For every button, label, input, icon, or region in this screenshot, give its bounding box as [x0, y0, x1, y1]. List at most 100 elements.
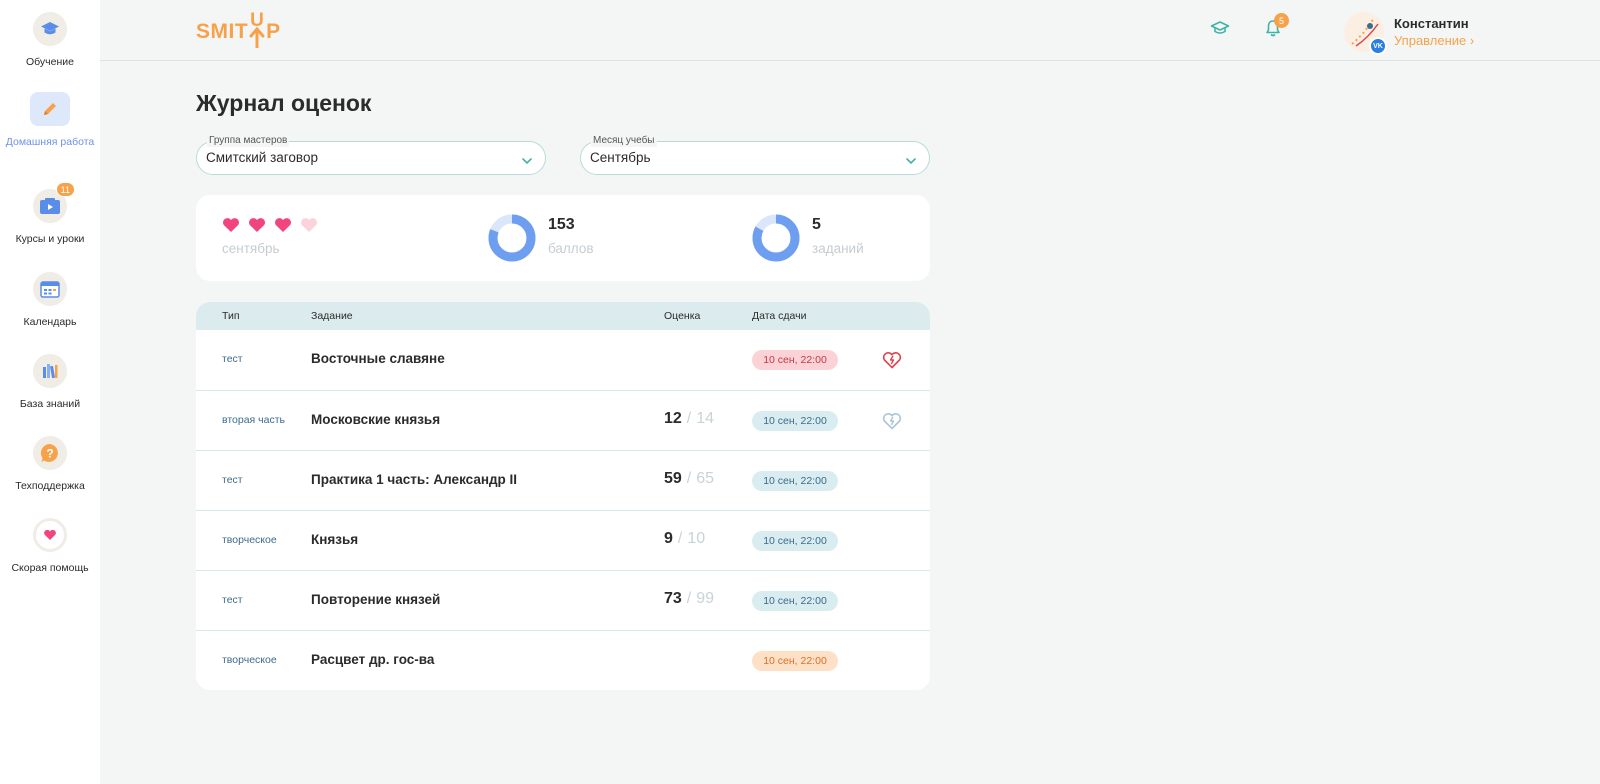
table-header: Тип Задание Оценка Дата сдачи: [196, 302, 930, 330]
calendar-icon: [33, 272, 67, 306]
score-separator: /: [686, 410, 692, 427]
task-type: вторая часть: [222, 414, 285, 426]
sidebar-item-courses[interactable]: 11 Курсы и уроки: [0, 182, 100, 247]
table-row[interactable]: тест Восточные славяне 10 сен, 22:00: [196, 330, 930, 390]
sidebar-item-emergency[interactable]: Скорая помощь: [0, 518, 100, 576]
table-row[interactable]: творческое Князья 9/10 10 сен, 22:00: [196, 510, 930, 570]
heart-icon: [33, 518, 67, 552]
avatar: VK: [1344, 12, 1387, 55]
svg-text:?: ?: [46, 447, 53, 461]
points-value: 153: [548, 216, 575, 233]
due-date-badge: 10 сен, 22:00: [752, 350, 838, 370]
score-max: 10: [687, 530, 706, 547]
tasks-value: 5: [812, 216, 821, 233]
table-body: тест Восточные славяне 10 сен, 22:00 вторая…: [196, 330, 930, 690]
courses-header-button[interactable]: [1208, 18, 1232, 42]
group-select[interactable]: Группа мастеров Смитский заговор: [196, 134, 546, 175]
task-score: 9/10: [664, 530, 705, 548]
due-date-badge: 10 сен, 22:00: [752, 651, 838, 671]
score-value: 73: [664, 590, 682, 607]
task-title[interactable]: Повторение князей: [311, 592, 440, 607]
task-title[interactable]: Практика 1 часть: Александр II: [311, 472, 517, 487]
task-title[interactable]: Восточные славяне: [311, 351, 445, 366]
table-row[interactable]: вторая часть Московские князья 12/14 10 сен…: [196, 390, 930, 450]
notifications-count-badge: 5: [1274, 13, 1289, 28]
task-score: 12/14: [664, 410, 714, 428]
month-select-value: Сентябрь: [590, 150, 651, 165]
sidebar-item-calendar[interactable]: Календарь: [0, 272, 100, 330]
points-label: баллов: [548, 241, 594, 256]
summary-card: сентябрь 188 153 баллов 6 5 заданий: [196, 195, 930, 281]
score-max: 99: [696, 590, 715, 607]
vk-icon: VK: [1369, 37, 1387, 55]
sidebar-item-homework[interactable]: Домашняя работа: [0, 92, 100, 150]
tasks-label: заданий: [812, 241, 864, 256]
score-max: 14: [696, 410, 715, 427]
score-separator: /: [677, 530, 683, 547]
score-value: 59: [664, 470, 682, 487]
sidebar-item-label: База знаний: [19, 398, 81, 410]
smitup-logo[interactable]: SMIT U P: [196, 10, 281, 48]
table-row[interactable]: тест Практика 1 часть: Александр II 59/65 1…: [196, 450, 930, 510]
user-role-link[interactable]: Управление ›: [1394, 32, 1474, 49]
sidebar-item-label: Календарь: [23, 316, 77, 328]
question-icon: ?: [33, 436, 67, 470]
month-select[interactable]: Месяц учебы Сентябрь: [580, 134, 930, 175]
score-separator: /: [686, 470, 692, 487]
sidebar-item-knowledge-base[interactable]: База знаний: [0, 354, 100, 412]
sidebar-item-learning[interactable]: Обучение: [0, 12, 100, 70]
task-title[interactable]: Московские князья: [311, 412, 440, 427]
table-row[interactable]: творческое Расцвет др. гос-ва 10 сен, 22:0…: [196, 630, 930, 690]
due-date-badge: 10 сен, 22:00: [752, 411, 838, 431]
column-header-date: Дата сдачи: [752, 310, 807, 322]
chevron-down-icon: [905, 153, 917, 165]
heart-filled-icon: [222, 217, 240, 238]
task-score: 59/65: [664, 470, 714, 488]
user-name: Константин: [1394, 16, 1469, 31]
task-score: 73/99: [664, 590, 714, 608]
sidebar-item-label: Курсы и уроки: [15, 233, 85, 245]
graduation-cap-icon: [33, 12, 67, 46]
top-header: SMIT U P 5 VK Константин Управление ›: [100, 0, 1600, 61]
sidebar-item-support[interactable]: ? Техподдержка: [0, 436, 100, 494]
score-separator: /: [686, 590, 692, 607]
task-type: тест: [222, 353, 243, 365]
column-header-type: Тип: [222, 310, 240, 322]
grades-table: Тип Задание Оценка Дата сдачи тест Восточ…: [196, 302, 930, 690]
heart-filled-icon: [274, 217, 292, 238]
broken-heart-icon[interactable]: [882, 351, 902, 369]
due-date-badge: 10 сен, 22:00: [752, 531, 838, 551]
score-value: 12: [664, 410, 682, 427]
task-type: творческое: [222, 534, 277, 546]
points-total: 188: [504, 233, 520, 243]
due-date-badge: 10 сен, 22:00: [752, 591, 838, 611]
books-icon: [33, 354, 67, 388]
logo-text: SMIT: [196, 20, 249, 43]
heart-empty-icon: [300, 217, 318, 238]
sidebar-item-label: Обучение: [25, 56, 74, 68]
sidebar: Обучение Домашняя работа 11 Курсы и урок…: [0, 0, 100, 784]
column-header-score: Оценка: [664, 310, 701, 322]
chevron-down-icon: [521, 153, 533, 165]
tasks-total: 6: [773, 233, 779, 243]
group-select-label: Группа мастеров: [207, 134, 290, 147]
task-title[interactable]: Князья: [311, 532, 358, 547]
score-max: 65: [696, 470, 715, 487]
task-title[interactable]: Расцвет др. гос-ва: [311, 652, 434, 667]
notifications-button[interactable]: 5: [1261, 13, 1289, 42]
sidebar-item-label: Домашняя работа: [5, 136, 95, 148]
due-date-badge: 10 сен, 22:00: [752, 471, 838, 491]
courses-count-badge: 11: [55, 182, 75, 197]
table-row[interactable]: тест Повторение князей 73/99 10 сен, 22:00: [196, 570, 930, 630]
sidebar-item-label: Техподдержка: [15, 480, 85, 492]
task-type: тест: [222, 474, 243, 486]
hearts-month-label: сентябрь: [222, 241, 280, 256]
video-lesson-icon: 11: [33, 182, 75, 223]
user-menu[interactable]: VK Константин Управление ›: [1344, 12, 1474, 55]
pencil-icon: [30, 92, 70, 126]
task-type: творческое: [222, 654, 277, 666]
broken-heart-icon[interactable]: [882, 412, 902, 430]
score-value: 9: [664, 530, 673, 547]
logo-text: P: [266, 20, 281, 43]
heart-filled-icon: [248, 217, 266, 238]
